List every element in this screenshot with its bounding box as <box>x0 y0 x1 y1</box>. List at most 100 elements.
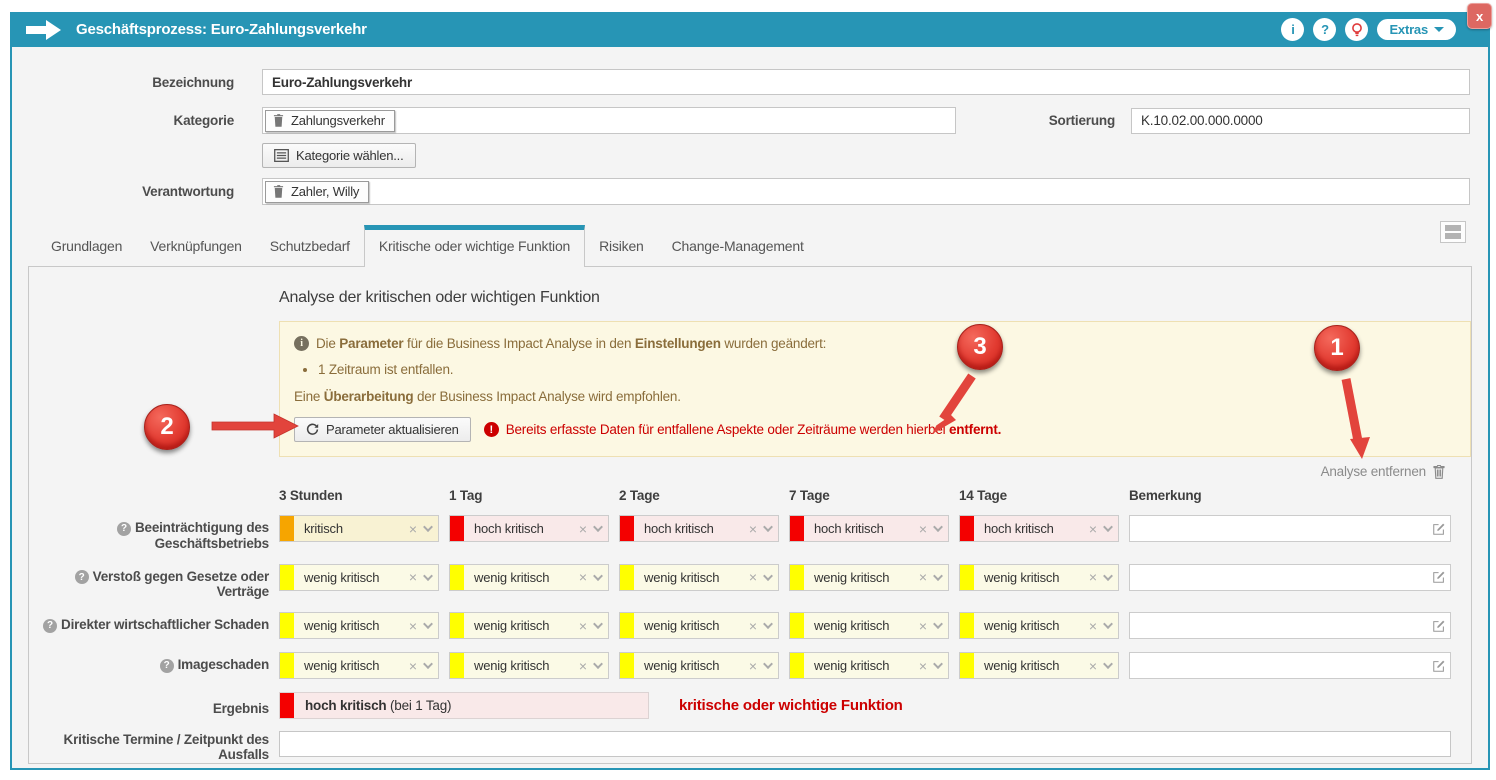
clear-icon[interactable] <box>1087 521 1099 537</box>
clear-icon[interactable] <box>917 618 929 634</box>
help-icon[interactable] <box>160 659 174 673</box>
level-select[interactable]: hoch kritisch <box>959 515 1119 542</box>
level-select[interactable]: wenig kritisch <box>449 564 609 591</box>
tab-verknuepfungen[interactable]: Verknüpfungen <box>136 229 256 266</box>
edit-icon[interactable] <box>1428 659 1450 673</box>
help-icon[interactable] <box>43 619 57 633</box>
level-select[interactable]: wenig kritisch <box>279 564 439 591</box>
edit-icon[interactable] <box>1428 619 1450 633</box>
chevron-down-icon[interactable] <box>929 568 948 586</box>
trash-icon[interactable] <box>273 185 284 198</box>
chevron-down-icon[interactable] <box>419 657 438 675</box>
clear-icon[interactable] <box>577 569 589 585</box>
chevron-down-icon[interactable] <box>929 657 948 675</box>
chevron-down-icon[interactable] <box>419 568 438 586</box>
chevron-down-icon[interactable] <box>419 520 438 538</box>
chevron-down-icon[interactable] <box>929 617 948 635</box>
chevron-down-icon[interactable] <box>1099 657 1118 675</box>
level-select[interactable]: wenig kritisch <box>619 652 779 679</box>
level-select[interactable]: wenig kritisch <box>959 652 1119 679</box>
analyse-entfernen-link[interactable]: Analyse entfernen <box>1321 464 1445 479</box>
chevron-down-icon[interactable] <box>759 568 778 586</box>
level-select[interactable]: wenig kritisch <box>789 564 949 591</box>
help-button[interactable]: ? <box>1313 18 1336 41</box>
collapse-panel-button[interactable] <box>1440 221 1466 243</box>
clear-icon[interactable] <box>1087 658 1099 674</box>
bezeichnung-input[interactable] <box>262 69 1470 95</box>
clear-icon[interactable] <box>407 569 419 585</box>
bemerkung-field[interactable] <box>1129 652 1451 679</box>
kategorie-field[interactable]: Zahlungsverkehr <box>262 107 956 134</box>
chevron-down-icon[interactable] <box>759 657 778 675</box>
verantwortung-chip[interactable]: Zahler, Willy <box>265 181 369 203</box>
chevron-down-icon[interactable] <box>759 617 778 635</box>
bemerkung-input[interactable] <box>1130 653 1428 678</box>
clear-icon[interactable] <box>747 618 759 634</box>
bemerkung-field[interactable] <box>1129 515 1451 542</box>
clear-icon[interactable] <box>577 658 589 674</box>
level-select[interactable]: wenig kritisch <box>619 612 779 639</box>
clear-icon[interactable] <box>577 618 589 634</box>
help-icon[interactable] <box>75 570 89 584</box>
info-button[interactable]: i <box>1281 18 1304 41</box>
tab-change-management[interactable]: Change-Management <box>658 229 818 266</box>
clear-icon[interactable] <box>1087 569 1099 585</box>
clear-icon[interactable] <box>407 618 419 634</box>
sortierung-input[interactable] <box>1131 108 1470 134</box>
bemerkung-input[interactable] <box>1130 516 1428 541</box>
chevron-down-icon[interactable] <box>1099 617 1118 635</box>
level-select[interactable]: hoch kritisch <box>449 515 609 542</box>
trash-icon[interactable] <box>273 114 284 127</box>
level-select[interactable]: hoch kritisch <box>619 515 779 542</box>
verantwortung-field[interactable]: Zahler, Willy <box>262 178 1470 205</box>
hint-button[interactable] <box>1345 18 1368 41</box>
level-select[interactable]: wenig kritisch <box>789 652 949 679</box>
clear-icon[interactable] <box>747 569 759 585</box>
bemerkung-input[interactable] <box>1130 565 1428 590</box>
chevron-down-icon[interactable] <box>589 520 608 538</box>
level-select[interactable]: wenig kritisch <box>959 612 1119 639</box>
clear-icon[interactable] <box>407 521 419 537</box>
extras-button[interactable]: Extras <box>1377 19 1456 40</box>
chevron-down-icon[interactable] <box>589 568 608 586</box>
clear-icon[interactable] <box>747 521 759 537</box>
clear-icon[interactable] <box>747 658 759 674</box>
chevron-down-icon[interactable] <box>589 657 608 675</box>
kategorie-chip[interactable]: Zahlungsverkehr <box>265 110 395 132</box>
level-select[interactable]: hoch kritisch <box>789 515 949 542</box>
level-select[interactable]: wenig kritisch <box>449 612 609 639</box>
edit-icon[interactable] <box>1428 570 1450 584</box>
clear-icon[interactable] <box>1087 618 1099 634</box>
chevron-down-icon[interactable] <box>1099 568 1118 586</box>
tab-grundlagen[interactable]: Grundlagen <box>37 229 136 266</box>
parameter-aktualisieren-button[interactable]: Parameter aktualisieren <box>294 417 471 442</box>
chevron-down-icon[interactable] <box>1099 520 1118 538</box>
termine-input[interactable] <box>279 731 1451 757</box>
clear-icon[interactable] <box>917 658 929 674</box>
chevron-down-icon[interactable] <box>759 520 778 538</box>
help-icon[interactable] <box>117 522 131 536</box>
tab-kritische-funktion[interactable]: Kritische oder wichtige Funktion <box>364 225 585 267</box>
chevron-down-icon[interactable] <box>589 617 608 635</box>
chevron-down-icon[interactable] <box>929 520 948 538</box>
clear-icon[interactable] <box>917 569 929 585</box>
level-select[interactable]: kritisch <box>279 515 439 542</box>
close-button[interactable]: x <box>1467 3 1492 29</box>
level-select[interactable]: wenig kritisch <box>959 564 1119 591</box>
clear-icon[interactable] <box>407 658 419 674</box>
level-select[interactable]: wenig kritisch <box>449 652 609 679</box>
clear-icon[interactable] <box>577 521 589 537</box>
tab-schutzbedarf[interactable]: Schutzbedarf <box>256 229 364 266</box>
level-select[interactable]: wenig kritisch <box>279 652 439 679</box>
chevron-down-icon[interactable] <box>419 617 438 635</box>
bemerkung-field[interactable] <box>1129 612 1451 639</box>
level-select[interactable]: wenig kritisch <box>619 564 779 591</box>
clear-icon[interactable] <box>917 521 929 537</box>
level-select[interactable]: wenig kritisch <box>279 612 439 639</box>
tab-risiken[interactable]: Risiken <box>585 229 658 266</box>
bemerkung-field[interactable] <box>1129 564 1451 591</box>
level-select[interactable]: wenig kritisch <box>789 612 949 639</box>
bemerkung-input[interactable] <box>1130 613 1428 638</box>
edit-icon[interactable] <box>1428 522 1450 536</box>
kategorie-waehlen-button[interactable]: Kategorie wählen... <box>262 143 416 168</box>
